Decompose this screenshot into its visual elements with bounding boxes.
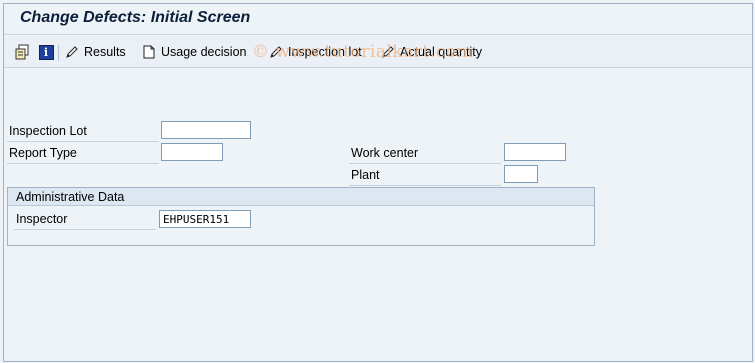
main-window: Change Defects: Initial Screen i Results xyxy=(3,3,753,362)
info-icon: i xyxy=(38,44,54,60)
title-bar: Change Defects: Initial Screen xyxy=(4,4,752,35)
results-label: Results xyxy=(84,45,126,59)
inspection-lot-label: Inspection lot xyxy=(288,45,362,59)
actual-quantity-label: Actual quantity xyxy=(400,45,482,59)
report-type-field-label: Report Type xyxy=(7,143,159,164)
administrative-data-group: Administrative Data Inspector EHPUSER151 xyxy=(7,187,595,246)
group-header: Administrative Data xyxy=(8,188,594,206)
inspector-field-label: Inspector xyxy=(14,209,156,230)
inspector-input[interactable]: EHPUSER151 xyxy=(159,210,251,228)
report-type-input[interactable] xyxy=(161,143,223,161)
application-toolbar: i Results Usage decision Inspection lot xyxy=(4,37,752,68)
inspection-lot-field-label: Inspection Lot xyxy=(7,121,159,142)
pencil-icon xyxy=(380,44,396,60)
work-center-input[interactable] xyxy=(504,143,566,161)
toolbar-separator xyxy=(58,45,59,61)
usage-decision-button[interactable]: Usage decision xyxy=(141,43,246,61)
copy-icon xyxy=(14,44,30,60)
inspection-lot-button[interactable]: Inspection lot xyxy=(268,43,362,61)
page-title: Change Defects: Initial Screen xyxy=(20,9,251,26)
info-button[interactable]: i xyxy=(38,43,54,61)
actual-quantity-button[interactable]: Actual quantity xyxy=(380,43,482,61)
plant-input[interactable] xyxy=(504,165,538,183)
copy-button[interactable] xyxy=(14,43,30,61)
plant-field-label: Plant xyxy=(349,165,501,186)
inspection-lot-input[interactable] xyxy=(161,121,251,139)
pencil-icon xyxy=(268,44,284,60)
work-center-field-label: Work center xyxy=(349,143,501,164)
usage-decision-label: Usage decision xyxy=(161,45,247,59)
results-button[interactable]: Results xyxy=(64,43,126,61)
document-icon xyxy=(141,44,157,60)
pencil-icon xyxy=(64,44,80,60)
